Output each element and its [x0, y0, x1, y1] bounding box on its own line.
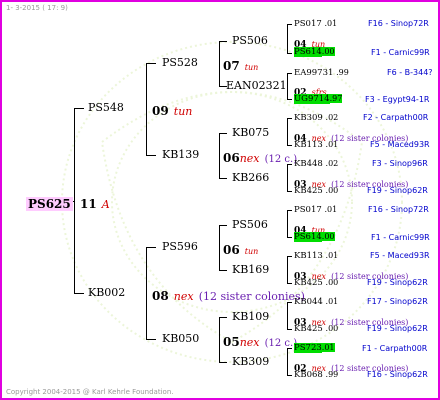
sire-name[interactable]: PS548 — [88, 102, 124, 113]
g4-row-highlighted[interactable]: PS614.00 — [294, 47, 335, 57]
g4-row[interactable]: KB113 .01 — [294, 252, 338, 261]
g4-origin: F3 - Sinop96R — [372, 159, 428, 168]
g4-row[interactable]: KB113 .01 — [294, 141, 338, 150]
connector — [287, 302, 288, 330]
connector — [287, 24, 292, 25]
connector — [219, 41, 227, 42]
connector — [287, 118, 288, 146]
g2-b-generation: 06nex (12 c.) — [223, 151, 298, 165]
dam-generation: 08 nex (12 sister colonies) — [152, 289, 305, 303]
connector — [219, 41, 220, 87]
connector — [287, 375, 292, 376]
connector — [146, 63, 156, 64]
g3-b2-name[interactable]: KB266 — [232, 172, 269, 183]
connector — [219, 270, 227, 271]
g4-origin: F5 - Maced93R — [370, 251, 430, 260]
g4-origin: F16 - Sinop62R — [367, 370, 428, 379]
g3-a2-name[interactable]: EAN02321 — [226, 80, 287, 91]
g4-origin: F3 - Egypt94-1R — [365, 95, 430, 104]
connector — [146, 339, 156, 340]
connector — [74, 108, 84, 109]
connector — [287, 210, 292, 211]
g4-row[interactable]: KB068 .99 — [294, 371, 338, 380]
connector — [287, 329, 292, 330]
g3-a1-name[interactable]: PS506 — [232, 35, 268, 46]
root-colony[interactable]: PS625 — [26, 195, 73, 211]
connector — [287, 191, 292, 192]
connector — [146, 247, 156, 248]
g4-row[interactable]: KB425 .00 — [294, 279, 338, 288]
g3-c2-name[interactable]: KB169 — [232, 264, 269, 275]
connector — [287, 283, 292, 284]
g4-row[interactable]: KB044 .01 — [294, 298, 338, 307]
g4-origin: F1 - Carpath00R — [362, 344, 428, 353]
g4-origin: F19 - Sinop62R — [367, 278, 428, 287]
g4-row[interactable]: EA99731 .99 — [294, 69, 349, 78]
connector — [287, 53, 292, 54]
g4-row-highlighted[interactable]: PS723.01 — [294, 343, 335, 353]
print-date: 1- 3-2015 ( 17: 9) — [6, 4, 68, 12]
g4-row[interactable]: PS017 .01 — [294, 206, 337, 215]
g4-origin: F6 - B-344? — [387, 68, 433, 77]
connector — [219, 362, 227, 363]
connector — [146, 155, 156, 156]
g4-row-highlighted[interactable]: PS614.00 — [294, 232, 335, 242]
g4-origin: F1 - Carnic99R — [371, 48, 430, 57]
copyright-footer: Copyright 2004-2015 @ Karl Kehrle Founda… — [6, 388, 174, 396]
connector — [287, 24, 288, 53]
connector — [287, 348, 288, 376]
g4-origin: F16 - Sinop72R — [368, 205, 429, 214]
g3-b1-name[interactable]: KB075 — [232, 127, 269, 138]
g3-d1-name[interactable]: KB109 — [232, 311, 269, 322]
g4-origin: F17 - Sinop62R — [367, 297, 428, 306]
connector — [219, 133, 220, 179]
g4-row[interactable]: KB425 .00 — [294, 325, 338, 334]
g2-c-name[interactable]: PS596 — [162, 241, 198, 252]
g2-c-generation: 06 tun — [223, 243, 259, 257]
connector — [287, 99, 292, 100]
connector — [146, 247, 147, 340]
g3-d2-name[interactable]: KB309 — [232, 356, 269, 367]
connector — [74, 293, 84, 294]
connector — [287, 256, 292, 257]
g4-origin: F2 - Carpath00R — [363, 113, 429, 122]
connector — [219, 225, 220, 271]
g3-c1-name[interactable]: PS506 — [232, 219, 268, 230]
connector — [287, 256, 288, 284]
g2-a-name[interactable]: PS528 — [162, 57, 198, 68]
connector — [219, 178, 227, 179]
g4-origin: F1 - Carnic99R — [371, 233, 430, 242]
g2-d-generation: 05nex (12 c.) — [223, 335, 298, 349]
g4-row[interactable]: KB425 .00 — [294, 187, 338, 196]
sire-generation: 09 tun — [152, 104, 193, 118]
g4-origin: F19 - Sinop62R — [367, 324, 428, 333]
g4-row-highlighted[interactable]: UG9714.97 — [294, 94, 343, 104]
connector — [146, 63, 147, 156]
connector — [287, 145, 292, 146]
root-name[interactable]: PS625 — [26, 197, 73, 211]
connector — [74, 108, 75, 294]
connector — [219, 317, 220, 363]
connector — [219, 317, 227, 318]
connector — [287, 210, 288, 238]
g4-row[interactable]: PS017 .01 — [294, 20, 337, 29]
connector — [219, 225, 227, 226]
g2-b-name[interactable]: KB139 — [162, 149, 199, 160]
g4-origin: F19 - Sinop62R — [367, 186, 428, 195]
root-generation: 11 A — [80, 197, 110, 211]
g2-a-generation: 07 tun — [223, 59, 259, 73]
connector — [287, 73, 288, 100]
g4-origin: F5 - Maced93R — [370, 140, 430, 149]
pedigree-frame: 1- 3-2015 ( 17: 9) PS625 11 A PS548 09 t… — [0, 0, 440, 400]
g2-d-name[interactable]: KB050 — [162, 333, 199, 344]
connector — [287, 237, 292, 238]
connector — [287, 164, 288, 192]
g4-row[interactable]: KB448 .02 — [294, 160, 338, 169]
g4-origin: F16 - Sinop72R — [368, 19, 429, 28]
dam-name[interactable]: KB002 — [88, 287, 125, 298]
connector — [287, 118, 292, 119]
connector — [219, 133, 227, 134]
g4-row[interactable]: KB309 .02 — [294, 114, 338, 123]
connector — [287, 73, 292, 74]
